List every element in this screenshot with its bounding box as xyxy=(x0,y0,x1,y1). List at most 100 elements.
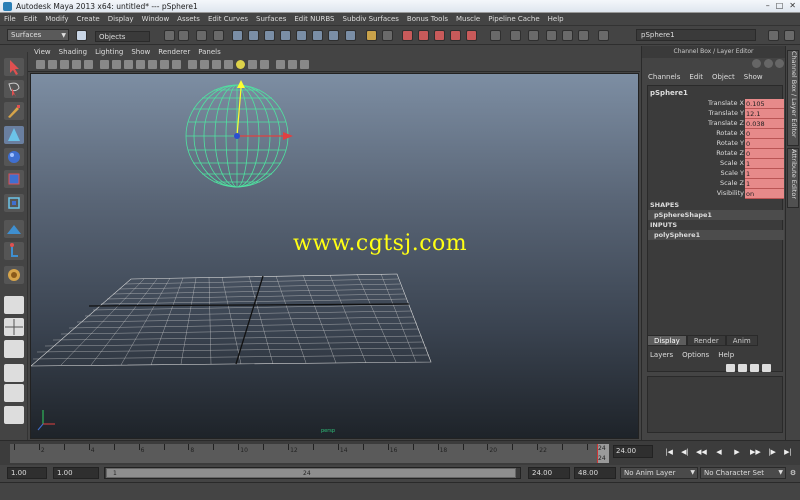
field-chart-icon[interactable] xyxy=(148,60,157,69)
menu-display[interactable]: Display xyxy=(108,15,134,23)
attribute-label[interactable]: Rotate Y xyxy=(717,139,744,147)
playback-start-field[interactable]: 1.00 xyxy=(53,467,99,479)
time-slider-track[interactable]: 24 24 2 4 6 8 10 12 14 16 18 20 22 xyxy=(10,444,609,463)
select-by-component-icon[interactable] xyxy=(196,30,207,41)
outliner-layout-icon[interactable] xyxy=(4,406,24,424)
rename-field[interactable]: pSphere1 xyxy=(636,29,756,41)
rotate-tool-icon[interactable] xyxy=(4,148,24,166)
select-joint-icon[interactable] xyxy=(232,30,243,41)
animation-preferences-icon[interactable]: ⚙ xyxy=(788,468,798,478)
playback-end-field[interactable]: 24.00 xyxy=(528,467,570,479)
show-manipulator-icon[interactable] xyxy=(4,242,24,260)
make-live-icon[interactable] xyxy=(466,30,477,41)
attribute-label[interactable]: Rotate Z xyxy=(716,149,744,157)
attribute-label[interactable]: Rotate X xyxy=(716,129,744,137)
isolate-select-icon[interactable] xyxy=(276,60,285,69)
select-rendering-icon[interactable] xyxy=(312,30,323,41)
four-view-layout-icon[interactable] xyxy=(4,318,24,336)
menu-pipeline-cache[interactable]: Pipeline Cache xyxy=(488,15,539,23)
new-scene-icon[interactable] xyxy=(76,30,87,41)
attribute-label[interactable]: Visibility xyxy=(717,189,744,197)
play-forwards-button[interactable]: ▶ xyxy=(732,447,742,457)
gate-mask-icon[interactable] xyxy=(136,60,145,69)
menuset-dropdown[interactable]: Surfaces ▼ xyxy=(7,29,69,41)
menu-bonus-tools[interactable]: Bonus Tools xyxy=(407,15,448,23)
wireframe-icon[interactable] xyxy=(188,60,197,69)
tab-display[interactable]: Display xyxy=(647,335,687,346)
scale-tool-icon[interactable] xyxy=(4,170,24,188)
attribute-value[interactable]: 1 xyxy=(745,159,784,169)
persp-graph-layout-icon[interactable] xyxy=(4,364,24,382)
soft-modification-icon[interactable] xyxy=(4,220,24,238)
object-menu[interactable]: Object xyxy=(712,73,735,81)
anim-layer-dropdown[interactable]: No Anim Layer ▼ xyxy=(620,467,698,479)
maximize-button[interactable]: □ xyxy=(776,1,784,10)
wireframe-on-shaded-icon[interactable] xyxy=(212,60,221,69)
create-empty-layer-icon[interactable] xyxy=(750,364,759,372)
attribute-value[interactable]: 0.038 xyxy=(745,119,784,129)
layers-menu[interactable]: Layers xyxy=(650,351,673,359)
menu-subdiv-surfaces[interactable]: Subdiv Surfaces xyxy=(343,15,399,23)
shadows-icon[interactable] xyxy=(248,60,257,69)
select-dynamic-icon[interactable] xyxy=(296,30,307,41)
attribute-label[interactable]: Translate Y xyxy=(708,109,744,117)
tab-anim[interactable]: Anim xyxy=(725,335,758,346)
channel-box-toggle-icon[interactable] xyxy=(784,30,795,41)
panel-menu-lighting[interactable]: Lighting xyxy=(95,48,123,56)
attribute-value[interactable]: 0 xyxy=(745,139,784,149)
attribute-label[interactable]: Scale Z xyxy=(720,179,744,187)
ipr-render-icon[interactable] xyxy=(562,30,573,41)
perspective-viewport[interactable]: www.cgtsj.com persp xyxy=(30,73,639,439)
grease-pencil-icon[interactable] xyxy=(84,60,93,69)
select-deformation-icon[interactable] xyxy=(280,30,291,41)
panel-menu-shading[interactable]: Shading xyxy=(59,48,87,56)
paint-select-tool-icon[interactable] xyxy=(4,102,24,120)
play-backwards-button[interactable]: ◀ xyxy=(714,447,724,457)
channel-box-toggle-icon[interactable] xyxy=(752,59,761,68)
menu-edit-curves[interactable]: Edit Curves xyxy=(208,15,248,23)
move-manipulator[interactable] xyxy=(234,80,293,140)
select-surface-icon[interactable] xyxy=(264,30,275,41)
start-time-field[interactable]: 1.00 xyxy=(7,467,47,479)
attribute-value[interactable]: 12.1 xyxy=(745,109,784,119)
attribute-value[interactable]: 1 xyxy=(745,169,784,179)
select-tool-icon[interactable] xyxy=(4,58,24,76)
two-d-pan-zoom-icon[interactable] xyxy=(72,60,81,69)
last-tool-used-icon[interactable] xyxy=(4,266,24,284)
attribute-label[interactable]: Translate X xyxy=(708,99,744,107)
single-perspective-layout-icon[interactable] xyxy=(4,296,24,314)
camera-attributes-icon[interactable] xyxy=(36,60,45,69)
panel-menu-panels[interactable]: Panels xyxy=(198,48,221,56)
menu-modify[interactable]: Modify xyxy=(45,15,68,23)
snap-to-curve-icon[interactable] xyxy=(418,30,429,41)
current-time-field[interactable]: 24.00 xyxy=(613,445,653,458)
menu-window[interactable]: Window xyxy=(142,15,170,23)
go-to-start-button[interactable]: |◀ xyxy=(664,447,674,457)
input-node[interactable]: polySphere1 xyxy=(648,230,784,240)
move-tool-icon[interactable] xyxy=(4,126,24,144)
select-misc-icon[interactable] xyxy=(328,30,339,41)
textured-icon[interactable] xyxy=(224,60,233,69)
step-forward-key-button[interactable]: ▶▶ xyxy=(750,447,761,457)
command-line[interactable] xyxy=(0,482,800,500)
ambient-occlusion-icon[interactable] xyxy=(260,60,269,69)
menu-edit-nurbs[interactable]: Edit NURBS xyxy=(294,15,334,23)
highlight-selection-icon[interactable] xyxy=(382,30,393,41)
persp-outliner-layout-icon[interactable] xyxy=(4,340,24,358)
safe-title-icon[interactable] xyxy=(172,60,181,69)
go-to-end-button[interactable]: ▶| xyxy=(783,447,793,457)
tab-channel-box-layer-editor[interactable]: Channel Box / Layer Editor xyxy=(787,50,799,146)
layer-editor-toggle-icon[interactable] xyxy=(764,59,773,68)
panel-menu-show[interactable]: Show xyxy=(131,48,150,56)
safe-action-icon[interactable] xyxy=(160,60,169,69)
select-by-object-type-icon[interactable] xyxy=(178,30,189,41)
tab-render[interactable]: Render xyxy=(686,335,726,346)
attribute-value[interactable]: on xyxy=(745,189,784,199)
select-handle-icon[interactable] xyxy=(213,30,224,41)
snap-to-point-icon[interactable] xyxy=(434,30,445,41)
step-back-frame-button[interactable]: ◀| xyxy=(680,447,690,457)
selection-mode-field[interactable]: Objects xyxy=(95,31,150,42)
close-button[interactable]: ✕ xyxy=(789,1,796,10)
move-layer-down-icon[interactable] xyxy=(738,364,747,372)
snap-to-view-plane-icon[interactable] xyxy=(450,30,461,41)
